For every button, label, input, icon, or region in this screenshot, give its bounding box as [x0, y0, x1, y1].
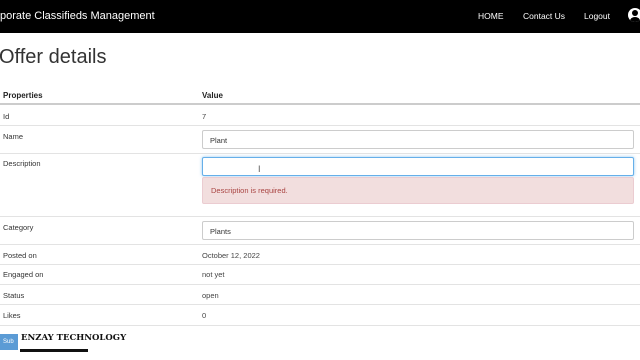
category-input[interactable]: Plants	[202, 221, 634, 240]
watermark-underline	[20, 349, 88, 352]
description-input[interactable]	[202, 157, 634, 176]
row-label-engaged-on: Engaged on	[3, 270, 44, 279]
page-title: Offer details	[0, 46, 107, 68]
row-divider	[0, 304, 640, 305]
text-cursor-icon: I	[258, 164, 261, 174]
description-error-alert: Description is required.	[202, 177, 634, 204]
row-label-posted-on: Posted on	[3, 251, 37, 260]
nav-logout-link[interactable]: Logout	[584, 11, 610, 21]
app-brand[interactable]: porate Classifieds Management	[0, 10, 155, 22]
row-divider	[0, 284, 640, 285]
row-divider	[0, 244, 640, 245]
row-label-likes: Likes	[3, 311, 21, 320]
column-header-value: Value	[202, 91, 223, 100]
row-label-status: Status	[3, 291, 25, 300]
top-navbar: porate Classifieds Management HOME Conta…	[0, 0, 640, 33]
row-label-name: Name	[3, 132, 24, 141]
row-divider	[0, 153, 640, 154]
row-divider	[0, 125, 640, 126]
watermark-text: ENZAY TECHNOLOGY	[21, 333, 127, 343]
row-label-description: Description	[3, 159, 41, 168]
row-value-id: 7	[202, 112, 207, 121]
row-label-category: Category	[3, 223, 34, 232]
submit-button[interactable]: Sub	[0, 334, 18, 350]
row-value-likes: 0	[202, 311, 207, 320]
row-label-id: Id	[3, 112, 10, 121]
row-value-status: open	[202, 291, 219, 300]
nav-home-link[interactable]: HOME	[478, 11, 504, 21]
user-circle-icon[interactable]	[628, 8, 640, 22]
row-value-engaged-on: not yet	[202, 270, 225, 279]
nav-contact-link[interactable]: Contact Us	[523, 11, 565, 21]
name-input[interactable]: Plant	[202, 130, 634, 149]
row-value-posted-on: October 12, 2022	[202, 251, 260, 260]
header-divider	[0, 103, 640, 105]
row-divider	[0, 325, 640, 326]
column-header-properties: Properties	[3, 91, 43, 100]
row-divider	[0, 216, 640, 217]
row-divider	[0, 264, 640, 265]
